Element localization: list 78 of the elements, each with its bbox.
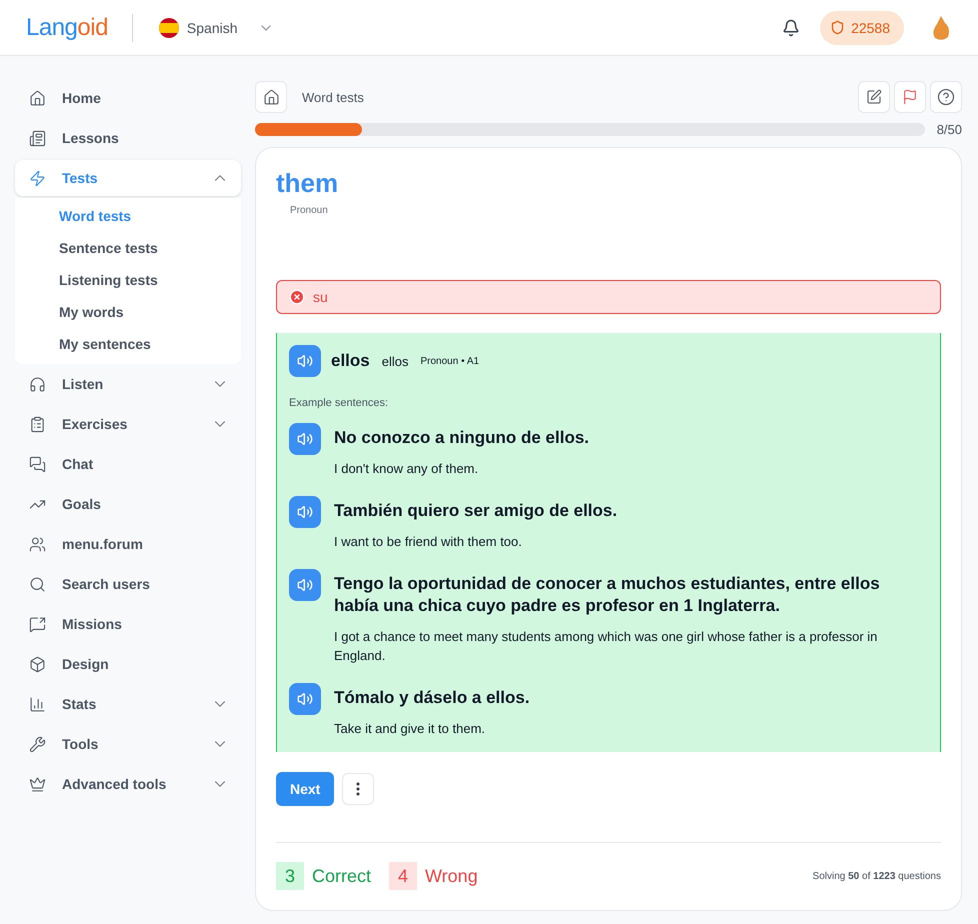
more-button[interactable] [342, 773, 374, 805]
wrong-count: 4 [389, 862, 418, 890]
help-icon [937, 88, 955, 106]
flag-button[interactable] [894, 81, 926, 113]
sidebar-item[interactable]: Exercises [15, 404, 241, 444]
home-icon [29, 90, 46, 106]
sidebar-item[interactable]: Lessons [15, 118, 241, 158]
home-button[interactable] [255, 81, 287, 113]
edit-icon [866, 89, 882, 105]
correct-label: Correct [312, 866, 372, 886]
sidebar-item[interactable]: Missions [15, 604, 241, 644]
home-icon [262, 88, 280, 106]
speaker-button[interactable] [289, 496, 321, 528]
part-of-speech: Pronoun [290, 205, 329, 216]
example-sentence: Tengo la oportunidad de conocer a muchos estudiantes, entre ellos había una chica cuyo padre es profesor en 1 Inglaterra. [334, 573, 881, 617]
wrong-label: Wrong [425, 866, 478, 886]
sidebar-item[interactable]: Listen [15, 364, 241, 404]
flag-icon [902, 89, 918, 105]
sidebar-item[interactable]: Search users [15, 564, 241, 604]
cube-icon [29, 656, 46, 672]
crown-icon [29, 776, 46, 792]
sidebar-item[interactable]: Advanced tools [15, 764, 241, 804]
sidebar-item[interactable]: Stats [15, 684, 241, 724]
submenu-item[interactable]: My words [15, 296, 241, 328]
newspaper-icon [29, 130, 46, 146]
solving-status: Solving 50 of 1223 questions [812, 870, 941, 882]
speaker-icon [297, 691, 313, 707]
sidebar-item[interactable]: Design [15, 644, 241, 684]
answer-field: su [276, 280, 941, 314]
sidebar-item[interactable]: Chat [15, 444, 241, 484]
more-icon [356, 782, 360, 796]
headphones-icon [29, 376, 46, 392]
logo: Langoid [26, 14, 133, 42]
question-word: them [276, 168, 340, 199]
help-button[interactable] [930, 81, 962, 113]
language-selector[interactable]: Spanish [186, 20, 238, 36]
wrench-icon [29, 736, 46, 752]
example-translation: Take it and give it to them. [334, 720, 486, 738]
edit-button[interactable] [858, 81, 890, 113]
speaker-icon [297, 353, 313, 369]
examples-label: Example sentences: [289, 397, 390, 409]
example-translation: I got a chance to meet many students among which was one girl whose father is a professor in England. [334, 628, 878, 665]
clipboard-icon [29, 416, 46, 432]
speaker-icon [297, 504, 313, 520]
progress-reading: 8/50 [936, 122, 962, 137]
speaker-button[interactable] [289, 345, 321, 377]
sidebar-item[interactable]: Home [15, 78, 241, 118]
search-icon [29, 576, 46, 592]
speaker-icon [297, 431, 313, 447]
speaker-icon [297, 577, 313, 593]
speaker-button[interactable] [289, 423, 321, 455]
chat-bubbles-icon [29, 456, 46, 472]
points-badge: 22588 [820, 10, 904, 44]
submenu-item[interactable]: Sentence tests [15, 232, 241, 264]
breadcrumb[interactable]: Word tests [302, 90, 843, 104]
speaker-button[interactable] [289, 569, 321, 601]
speaker-button[interactable] [289, 683, 321, 715]
example-sentence: No conozco a ninguno de ellos. [334, 427, 590, 449]
example-sentence: Tómalo y dáselo a ellos. [334, 687, 530, 709]
example-sentence: También quiero ser amigo de ellos. [334, 500, 618, 522]
message-icon [29, 616, 46, 632]
sidebar-item[interactable]: Tools [15, 724, 241, 764]
example-translation: I want to be friend with them too. [334, 533, 523, 551]
lightning-icon [29, 170, 46, 186]
correct-count: 3 [276, 862, 304, 890]
example-translation: I don't know any of them. [334, 460, 480, 478]
people-icon [29, 536, 46, 552]
submenu-item[interactable]: Listening tests [15, 264, 241, 296]
bell-icon[interactable] [782, 18, 800, 36]
solution-translation: ellos [382, 354, 408, 368]
submenu-item[interactable]: My sentences [15, 328, 241, 360]
solution-word: ellos [331, 351, 370, 371]
error-icon [289, 289, 305, 305]
sidebar-item[interactable]: Goals [15, 484, 241, 524]
word-meta: Pronoun • A1 [420, 356, 480, 366]
spain-flag-icon [158, 18, 179, 38]
bar-chart-icon [29, 696, 46, 712]
sidebar-item[interactable]: menu.forum [15, 524, 241, 564]
